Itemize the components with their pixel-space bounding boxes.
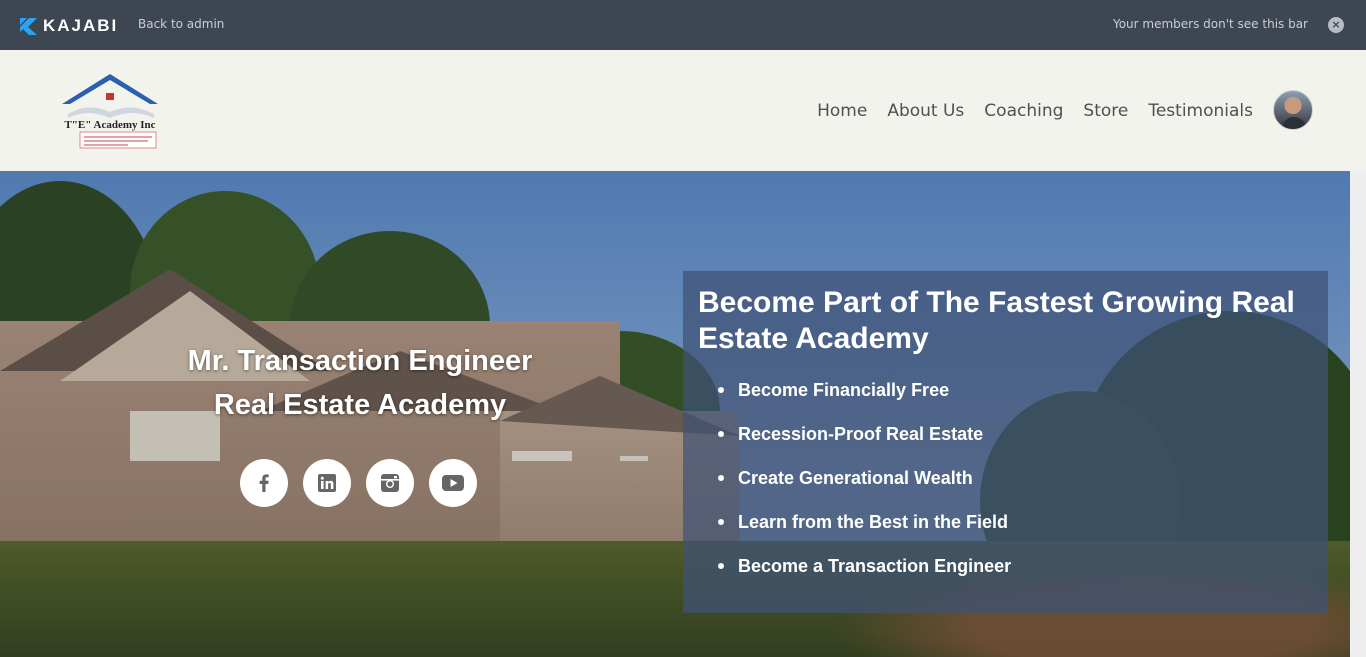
list-item: Learn from the Best in the Field: [718, 509, 1011, 553]
nav-coaching[interactable]: Coaching: [984, 101, 1063, 121]
hero-title: Mr. Transaction Engineer Real Estate Aca…: [120, 339, 600, 427]
admin-bar-notice: Your members don't see this bar: [1112, 17, 1308, 31]
page-scrollbar[interactable]: [1350, 171, 1366, 657]
list-item: Become a Transaction Engineer: [718, 553, 1011, 597]
nav-testimonials[interactable]: Testimonials: [1148, 101, 1253, 121]
list-item: Become Financially Free: [718, 377, 1011, 421]
hero-title-line-1: Mr. Transaction Engineer: [187, 345, 533, 377]
benefits-list: Become Financially Free Recession-Proof …: [718, 377, 1011, 597]
facebook-icon[interactable]: [240, 459, 288, 507]
nav-store[interactable]: Store: [1083, 101, 1128, 121]
kajabi-admin-bar: KAJABI Back to admin Your members don't …: [0, 0, 1366, 50]
kajabi-k-icon: [20, 17, 37, 35]
close-icon[interactable]: ×: [1328, 17, 1344, 33]
svg-text:T"E" Academy Inc: T"E" Academy Inc: [64, 119, 155, 131]
social-links: [240, 459, 477, 507]
nav-home[interactable]: Home: [817, 101, 867, 121]
youtube-icon[interactable]: [429, 459, 477, 507]
list-item: Create Generational Wealth: [718, 465, 1011, 509]
kajabi-wordmark: KAJABI: [43, 16, 119, 35]
instagram-icon[interactable]: [366, 459, 414, 507]
list-item: Recession-Proof Real Estate: [718, 421, 1011, 465]
benefits-panel: Become Part of The Fastest Growing Real …: [683, 271, 1328, 613]
academy-logo-graphic: T"E" Academy Inc: [62, 74, 158, 149]
site-header: T"E" Academy Inc Home About Us Coaching …: [0, 50, 1366, 171]
user-avatar[interactable]: [1273, 90, 1313, 130]
back-to-admin-link[interactable]: Back to admin: [138, 17, 224, 31]
kajabi-logo[interactable]: KAJABI: [20, 16, 118, 36]
panel-title: Become Part of The Fastest Growing Real …: [698, 286, 1295, 355]
hero-title-line-2: Real Estate Academy: [213, 389, 507, 421]
site-logo[interactable]: T"E" Academy Inc: [58, 72, 162, 150]
hero-section: Mr. Transaction Engineer Real Estate Aca…: [0, 171, 1350, 657]
main-nav: Home About Us Coaching Store Testimonial…: [817, 50, 1253, 171]
nav-about-us[interactable]: About Us: [887, 101, 964, 121]
linkedin-icon[interactable]: [303, 459, 351, 507]
